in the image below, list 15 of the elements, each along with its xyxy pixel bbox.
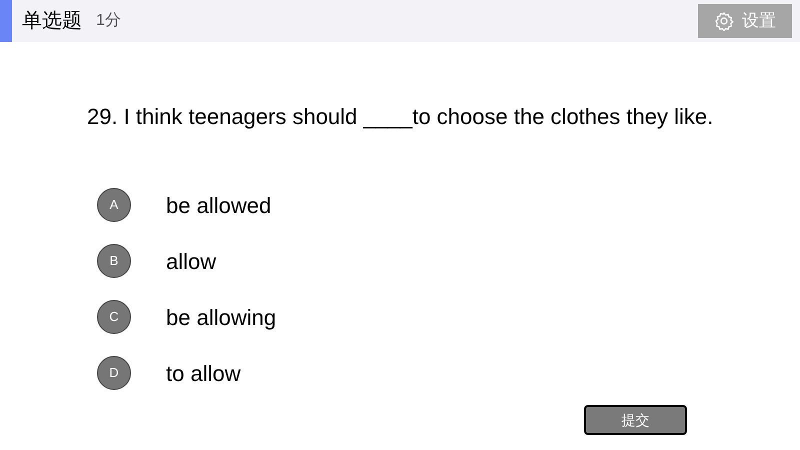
- option-letter[interactable]: C: [97, 300, 131, 334]
- score-label: 1分: [96, 11, 121, 31]
- option-letter[interactable]: D: [97, 356, 131, 390]
- option-text: be allowing: [166, 304, 276, 332]
- option-text: to allow: [166, 360, 241, 388]
- settings-button[interactable]: 设置: [698, 4, 792, 38]
- submit-button[interactable]: 提交: [584, 405, 687, 435]
- option-letter[interactable]: B: [97, 244, 131, 278]
- question-text: 29. I think teenagers should ____to choose the clothes they like.: [87, 103, 714, 131]
- question-type: 单选题: [22, 9, 82, 34]
- option-text: allow: [166, 248, 216, 276]
- option-text: be allowed: [166, 192, 272, 220]
- option-letter[interactable]: A: [97, 188, 131, 222]
- accent-bar: [0, 0, 12, 42]
- settings-icon: [714, 11, 734, 31]
